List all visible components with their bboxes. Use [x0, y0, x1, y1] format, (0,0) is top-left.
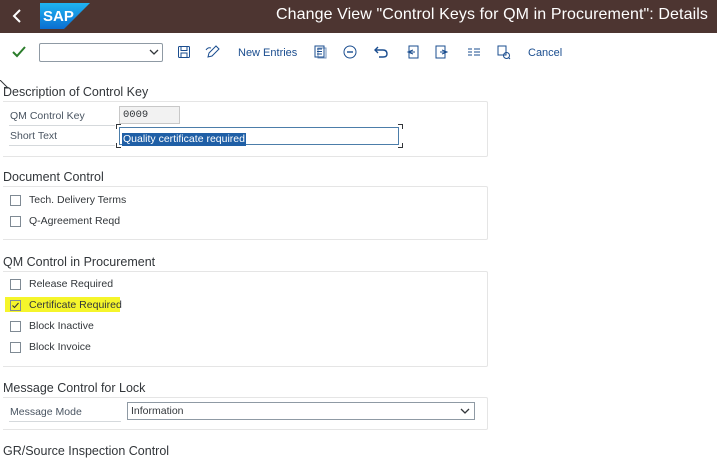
- back-arrow-icon[interactable]: [9, 7, 27, 25]
- release-required-label: Release Required: [29, 278, 114, 290]
- message-mode-value: Information: [131, 405, 184, 417]
- q-agreement-reqd-label: Q-Agreement Reqd: [29, 215, 121, 227]
- tech-delivery-terms-label: Tech. Delivery Terms: [29, 194, 127, 206]
- sap-logo: SAP: [40, 3, 90, 29]
- qm-control-key-label: QM Control Key: [10, 110, 85, 122]
- section-title-description: Description of Control Key: [3, 85, 149, 99]
- selection-bracket: [116, 124, 121, 129]
- sap-logo-text: SAP: [43, 8, 74, 25]
- block-inactive-label: Block Inactive: [29, 320, 94, 332]
- label-divider: [9, 421, 121, 422]
- block-invoice-label: Block Invoice: [29, 341, 91, 353]
- document-control-group: Tech. Delivery Terms Q-Agreement Reqd: [3, 186, 488, 240]
- section-title-document-control: Document Control: [3, 170, 104, 184]
- command-field[interactable]: [39, 43, 163, 62]
- page-title: Change View "Control Keys for QM in Proc…: [275, 6, 708, 23]
- label-divider: [9, 125, 115, 126]
- qm-control-key-field: 0009: [119, 106, 180, 124]
- print-icon[interactable]: [495, 44, 511, 60]
- certificate-required-label: Certificate Required: [29, 299, 122, 311]
- chevron-down-icon[interactable]: [149, 48, 159, 56]
- section-title-message-control: Message Control for Lock: [3, 381, 146, 395]
- chevron-down-icon[interactable]: [460, 407, 470, 415]
- message-mode-select[interactable]: Information: [127, 402, 475, 420]
- short-text-selection: Quality certificate required: [122, 133, 246, 146]
- label-divider: [9, 145, 115, 146]
- cancel-button[interactable]: Cancel: [528, 47, 562, 59]
- undo-icon[interactable]: [373, 44, 389, 60]
- description-group: QM Control Key 0009 Short Text Quality c…: [3, 101, 488, 157]
- message-mode-label: Message Mode: [10, 406, 82, 418]
- previous-entry-icon[interactable]: [404, 44, 420, 60]
- message-control-group: Message Mode Information: [3, 397, 488, 430]
- copy-as-icon[interactable]: [312, 44, 328, 60]
- mouse-cursor-icon: [0, 80, 10, 89]
- short-text-label: Short Text: [10, 130, 58, 142]
- delete-icon[interactable]: [342, 44, 358, 60]
- release-required-checkbox[interactable]: [10, 279, 21, 290]
- toolbar: New Entries Cancel: [0, 33, 717, 73]
- selection-bracket: [398, 124, 403, 129]
- title-bar: SAP Change View "Control Keys for QM in …: [0, 0, 717, 33]
- block-invoice-checkbox[interactable]: [10, 342, 21, 353]
- section-title-qm-control: QM Control in Procurement: [3, 255, 156, 269]
- qm-control-group: Release Required Certificate Required Bl…: [3, 271, 488, 367]
- new-entries-button[interactable]: New Entries: [238, 47, 297, 59]
- check-icon[interactable]: [11, 44, 27, 60]
- select-all-icon[interactable]: [466, 44, 482, 60]
- tech-delivery-terms-checkbox[interactable]: [10, 195, 21, 206]
- certificate-required-checkbox[interactable]: [10, 300, 21, 311]
- q-agreement-reqd-checkbox[interactable]: [10, 216, 21, 227]
- block-inactive-checkbox[interactable]: [10, 321, 21, 332]
- section-title-gr-source: GR/Source Inspection Control: [3, 444, 170, 458]
- short-text-input[interactable]: Quality certificate required: [119, 127, 399, 146]
- save-icon[interactable]: [176, 44, 192, 60]
- display-change-icon[interactable]: [205, 44, 221, 60]
- selection-bracket: [398, 143, 403, 148]
- checkmark-icon: [12, 302, 19, 309]
- selection-bracket: [116, 143, 121, 148]
- next-entry-icon[interactable]: [434, 44, 450, 60]
